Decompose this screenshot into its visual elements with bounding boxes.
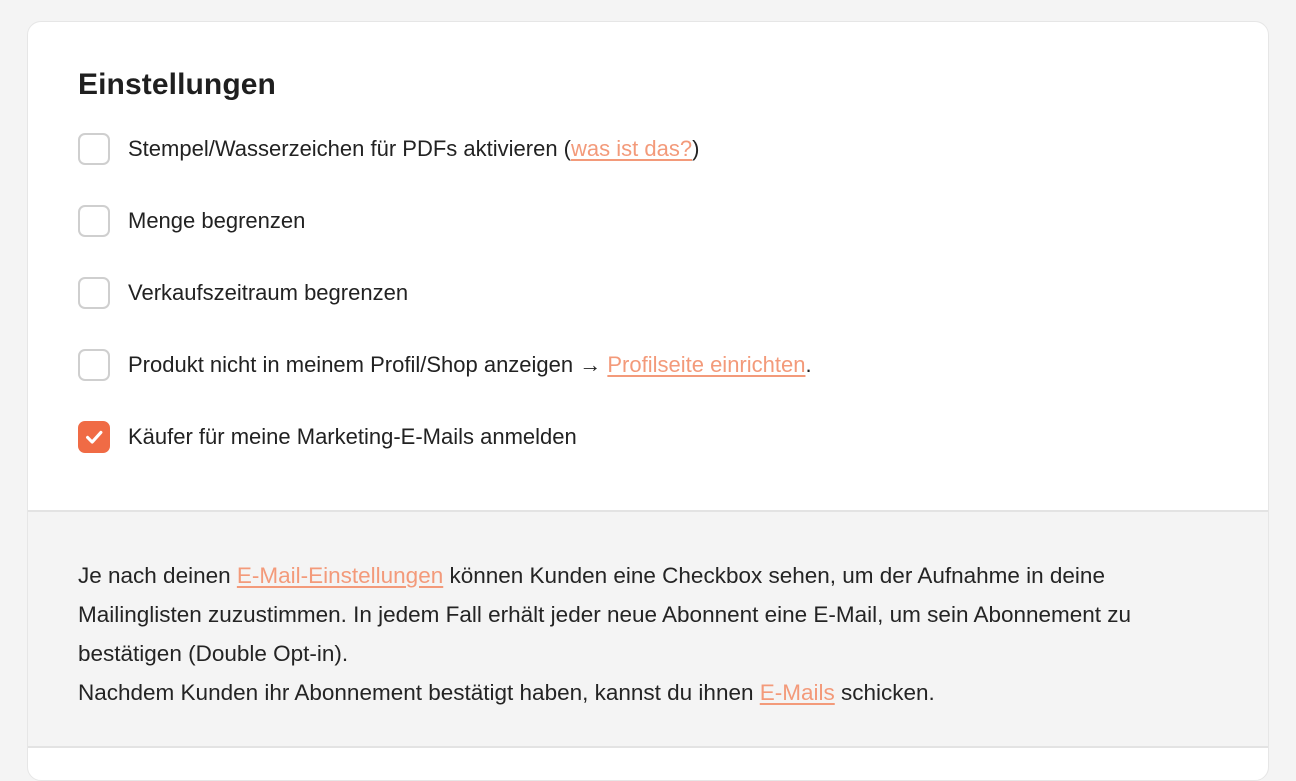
what-is-this-link[interactable]: was ist das? — [571, 136, 692, 161]
limit-quantity-label: Menge begrenzen — [128, 208, 306, 233]
limit-sales-period-label: Verkaufszeitraum begrenzen — [128, 280, 409, 305]
settings-title: Einstellungen — [78, 68, 276, 101]
option-limit-quantity[interactable]: Menge begrenzen — [78, 201, 1218, 241]
setup-profile-link[interactable]: Profilseite einrichten — [607, 352, 805, 377]
option-marketing-emails[interactable]: Käufer für meine Marketing-E-Mails anmel… — [78, 417, 1218, 457]
emails-link[interactable]: E-Mails — [760, 680, 835, 705]
settings-options: Stempel/Wasserzeichen für PDFs aktiviere… — [78, 129, 1218, 457]
marketing-emails-checkbox[interactable] — [78, 421, 110, 453]
info-paragraph-2: Nachdem Kunden ihr Abonnement bestätigt … — [78, 680, 935, 705]
info-paragraph-1: Je nach deinen E-Mail-Einstellungen könn… — [78, 563, 1132, 666]
marketing-emails-label: Käufer für meine Marketing-E-Mails anmel… — [128, 424, 577, 449]
hide-from-profile-checkbox[interactable] — [78, 349, 110, 381]
watermark-checkbox[interactable] — [78, 133, 110, 165]
settings-card: Einstellungen Stempel/Wasserzeichen für … — [27, 21, 1269, 781]
marketing-info-panel: Je nach deinen E-Mail-Einstellungen könn… — [28, 510, 1268, 748]
settings-section: Einstellungen Stempel/Wasserzeichen für … — [28, 22, 1268, 510]
hide-from-profile-label: Produkt nicht in meinem Profil/Shop anze… — [128, 352, 812, 377]
limit-quantity-checkbox[interactable] — [78, 205, 110, 237]
watermark-label: Stempel/Wasserzeichen für PDFs aktiviere… — [128, 136, 700, 161]
option-watermark[interactable]: Stempel/Wasserzeichen für PDFs aktiviere… — [78, 129, 1218, 169]
limit-sales-period-checkbox[interactable] — [78, 277, 110, 309]
option-hide-from-profile[interactable]: Produkt nicht in meinem Profil/Shop anze… — [78, 345, 1218, 385]
email-settings-link[interactable]: E-Mail-Einstellungen — [237, 563, 443, 588]
checkmark-icon — [86, 430, 103, 444]
option-limit-sales-period[interactable]: Verkaufszeitraum begrenzen — [78, 273, 1218, 313]
